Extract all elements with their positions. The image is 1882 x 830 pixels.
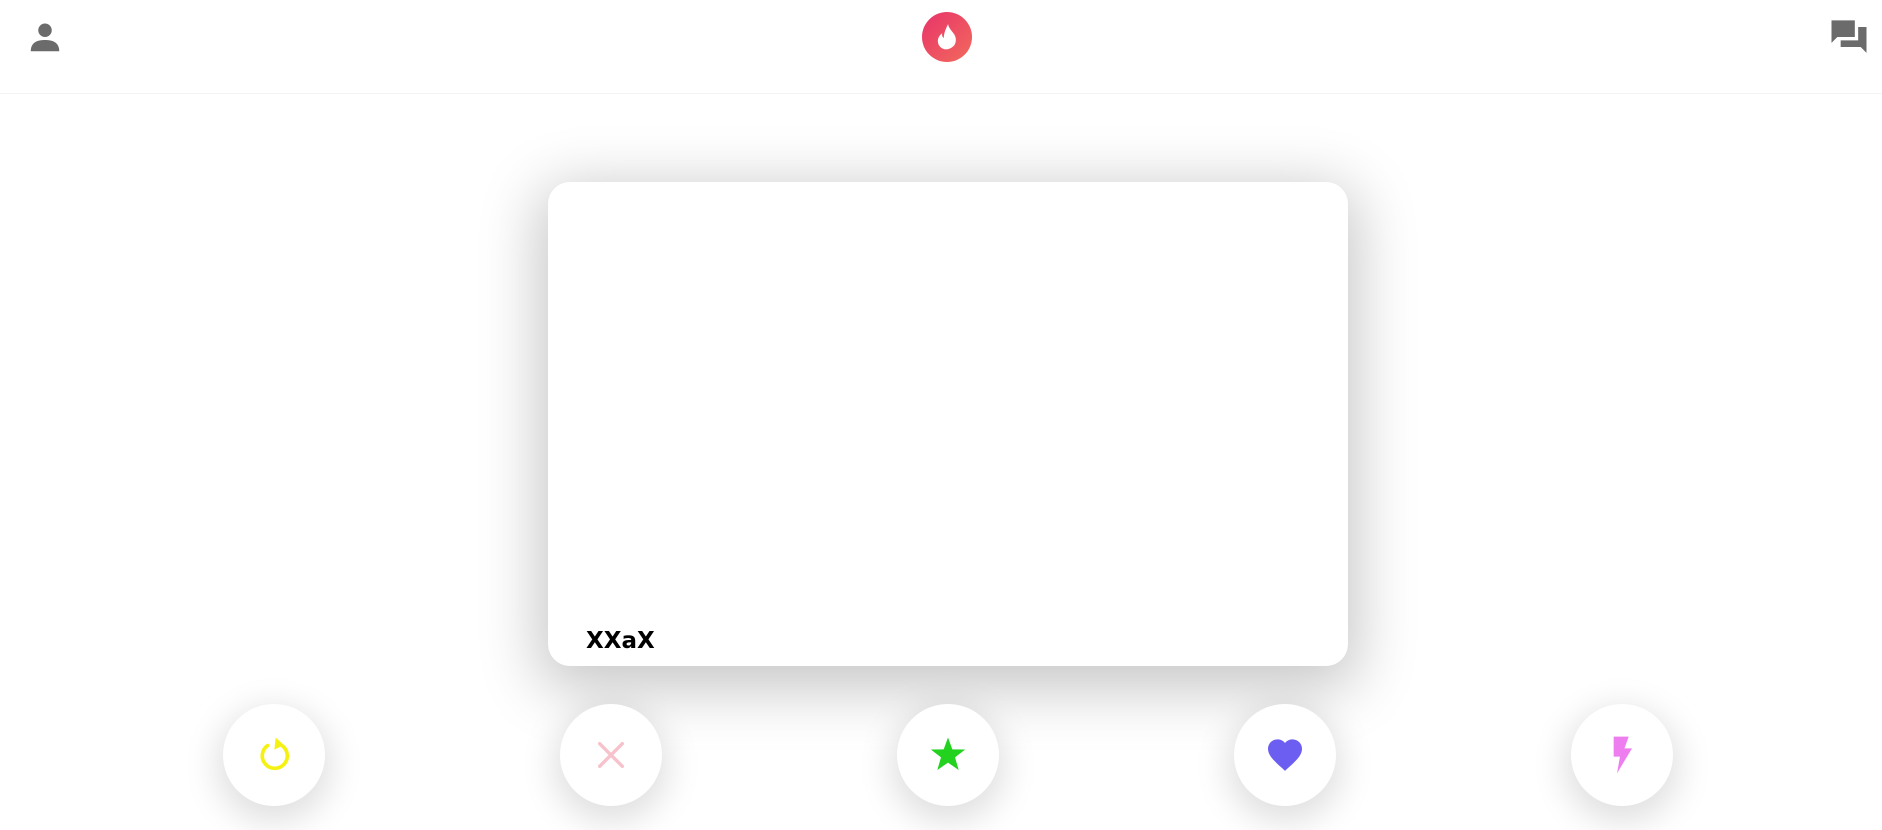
app-logo-button[interactable] — [922, 12, 972, 62]
undo-button[interactable] — [223, 704, 325, 806]
undo-icon — [260, 737, 290, 771]
profile-button[interactable] — [22, 18, 68, 56]
heart-icon — [1268, 739, 1302, 771]
person-icon — [30, 23, 60, 52]
messages-button[interactable] — [1826, 15, 1872, 59]
flame-icon — [937, 24, 956, 50]
close-icon — [597, 741, 625, 769]
star-icon — [930, 737, 966, 770]
like-button[interactable] — [1234, 704, 1336, 806]
chat-bubbles-icon — [1831, 20, 1867, 53]
super-like-button[interactable] — [897, 704, 999, 806]
profile-name: XXaX — [586, 628, 655, 654]
nope-button[interactable] — [560, 704, 662, 806]
profile-card[interactable]: XXaX — [548, 182, 1348, 666]
boost-button[interactable] — [1571, 704, 1673, 806]
bolt-icon — [1613, 736, 1632, 774]
top-bar — [0, 0, 1882, 94]
